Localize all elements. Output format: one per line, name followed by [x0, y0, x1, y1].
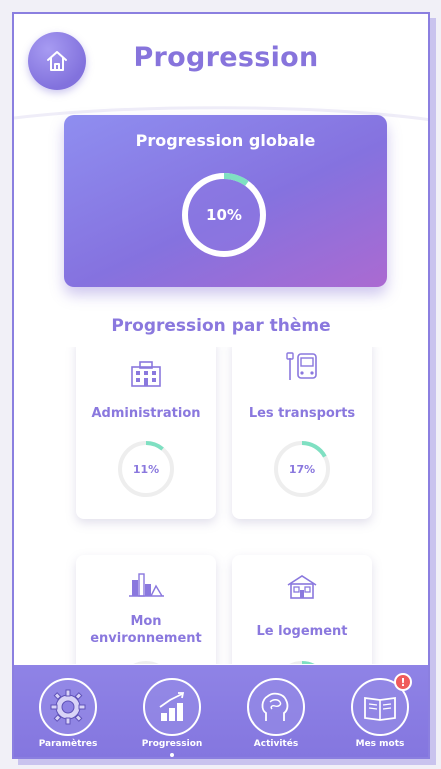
nav-item-activites[interactable]: Activités [226, 665, 326, 757]
nav-label: Activités [253, 739, 299, 749]
nav-item-progression[interactable]: Progression [122, 665, 222, 757]
theme-progress-percent: 17% [288, 462, 316, 476]
bottom-navigation: Paramètres Progression Activités ! Mes m… [14, 665, 428, 757]
theme-card-administration[interactable]: Administration 11% [76, 347, 216, 519]
global-progress-ring: 10% [178, 169, 270, 261]
theme-progress-percent: 11% [132, 462, 160, 476]
theme-progress-ring [116, 659, 176, 664]
theme-label: Administration [91, 406, 201, 421]
gear-icon [50, 689, 86, 725]
nav-item-mes-mots[interactable]: ! Mes mots [330, 665, 428, 757]
brain-icon [261, 692, 289, 721]
city-icon [120, 565, 172, 605]
theme-section-title: Progression par thème [111, 316, 331, 336]
theme-card-transports[interactable]: Les transports 17% [232, 347, 372, 519]
theme-card-logement[interactable]: Le logement [232, 555, 372, 664]
global-progress-title: Progression globale [135, 131, 316, 150]
active-indicator [170, 753, 174, 757]
notification-badge: ! [394, 673, 412, 691]
book-icon [364, 696, 396, 721]
nav-label: Paramètres [38, 739, 98, 749]
theme-grid: Administration 11% Les transports 17% Mo… [14, 347, 428, 664]
building-icon [120, 353, 172, 393]
nav-button-progression[interactable] [143, 678, 201, 736]
nav-button-parametres[interactable] [39, 678, 97, 736]
app-screen: Progression Progression globale 10% Prog… [12, 12, 430, 759]
page-title: Progression [133, 42, 319, 73]
house-icon [276, 567, 328, 607]
nav-label: Progression [141, 739, 203, 749]
theme-progress-ring: 11% [116, 439, 176, 499]
theme-label: Le logement [256, 624, 348, 639]
nav-label: Mes mots [355, 739, 405, 749]
nav-item-parametres[interactable]: Paramètres [18, 665, 118, 757]
theme-card-environnement[interactable]: Mon environnement [76, 555, 216, 664]
bus-icon [276, 347, 328, 387]
chart-icon [159, 692, 185, 721]
theme-label: Les transports [248, 406, 356, 421]
global-progress-card[interactable]: Progression globale 10% [64, 115, 387, 287]
theme-progress-ring: 17% [272, 439, 332, 499]
theme-label: Mon environnement [90, 614, 202, 646]
theme-progress-ring [272, 659, 332, 664]
global-progress-percent: 10% [206, 206, 242, 224]
nav-button-activites[interactable] [247, 678, 305, 736]
